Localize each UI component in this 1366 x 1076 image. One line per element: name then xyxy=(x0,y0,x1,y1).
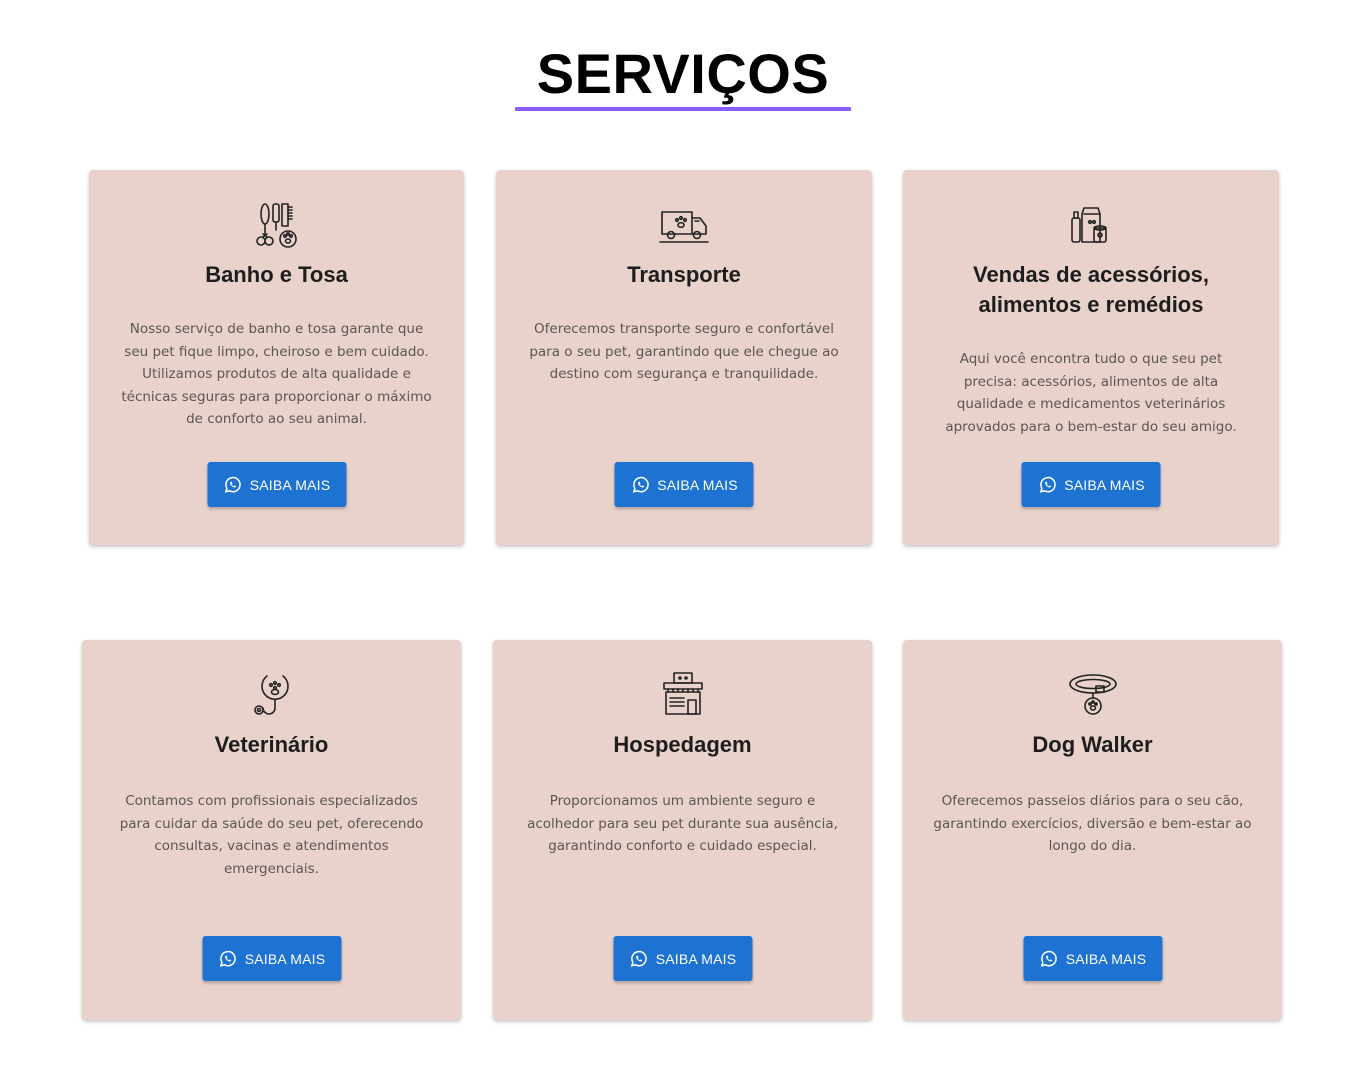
section-title: SERVIÇOS xyxy=(536,42,830,105)
card-title: Banho e Tosa xyxy=(205,262,348,287)
pet-transport-van-icon xyxy=(657,200,711,250)
saiba-mais-button[interactable]: SAIBA MAIS xyxy=(1023,936,1162,981)
card-description: Oferecemos transporte seguro e confortáv… xyxy=(529,321,839,383)
button-label: SAIBA MAIS xyxy=(655,950,737,967)
pet-products-icon xyxy=(1064,200,1118,250)
stethoscope-paw-icon xyxy=(245,670,299,720)
card-description: Nosso serviço de banho e tosa garante qu… xyxy=(121,321,432,428)
whatsapp-icon xyxy=(630,950,647,967)
service-card-veterinario: Veterinário Contamos com profissionais e… xyxy=(82,640,461,1020)
card-description: Contamos com profissionais especializado… xyxy=(119,793,424,877)
service-card-banho-tosa: Banho e Tosa Nosso serviço de banho e to… xyxy=(89,170,464,545)
button-label: SAIBA MAIS xyxy=(657,476,738,493)
section-header: SERVIÇOS xyxy=(0,38,1366,110)
whatsapp-icon xyxy=(1040,950,1057,967)
service-card-hospedagem: Hospedagem Proporcionamos um ambiente se… xyxy=(493,640,872,1020)
card-title: Dog Walker xyxy=(1032,732,1153,757)
card-description: Proporcionamos um ambiente seguro e acol… xyxy=(527,793,838,855)
whatsapp-icon xyxy=(632,476,649,493)
pet-hotel-icon xyxy=(656,670,710,720)
card-title: Hospedagem xyxy=(613,732,752,757)
saiba-mais-button[interactable]: SAIBA MAIS xyxy=(614,462,754,507)
button-label: SAIBA MAIS xyxy=(1064,476,1145,493)
dog-collar-icon xyxy=(1066,670,1120,720)
card-description: Aqui você encontra tudo o que seu pet pr… xyxy=(945,351,1237,435)
button-label: SAIBA MAIS xyxy=(249,476,331,493)
grooming-tools-icon xyxy=(250,200,304,250)
card-title: Vendas de acessórios, alimentos e remédi… xyxy=(972,262,1210,317)
saiba-mais-button[interactable]: SAIBA MAIS xyxy=(202,936,341,981)
button-label: SAIBA MAIS xyxy=(1065,950,1147,967)
whatsapp-icon xyxy=(1039,476,1056,493)
service-card-dog-walker: Dog Walker Oferecemos passeios diários p… xyxy=(903,640,1282,1020)
service-card-transporte: Transporte Oferecemos transporte seguro … xyxy=(496,170,872,545)
saiba-mais-button[interactable]: SAIBA MAIS xyxy=(1021,462,1161,507)
button-label: SAIBA MAIS xyxy=(244,950,326,967)
title-underline xyxy=(515,107,851,111)
card-description: Oferecemos passeios diários para o seu c… xyxy=(933,793,1252,855)
service-card-vendas: Vendas de acessórios, alimentos e remédi… xyxy=(903,170,1279,545)
card-title: Veterinário xyxy=(214,732,329,757)
whatsapp-icon xyxy=(219,950,236,967)
whatsapp-icon xyxy=(224,476,241,493)
card-title: Transporte xyxy=(627,262,741,287)
saiba-mais-button[interactable]: SAIBA MAIS xyxy=(613,936,752,981)
saiba-mais-button[interactable]: SAIBA MAIS xyxy=(207,462,346,507)
